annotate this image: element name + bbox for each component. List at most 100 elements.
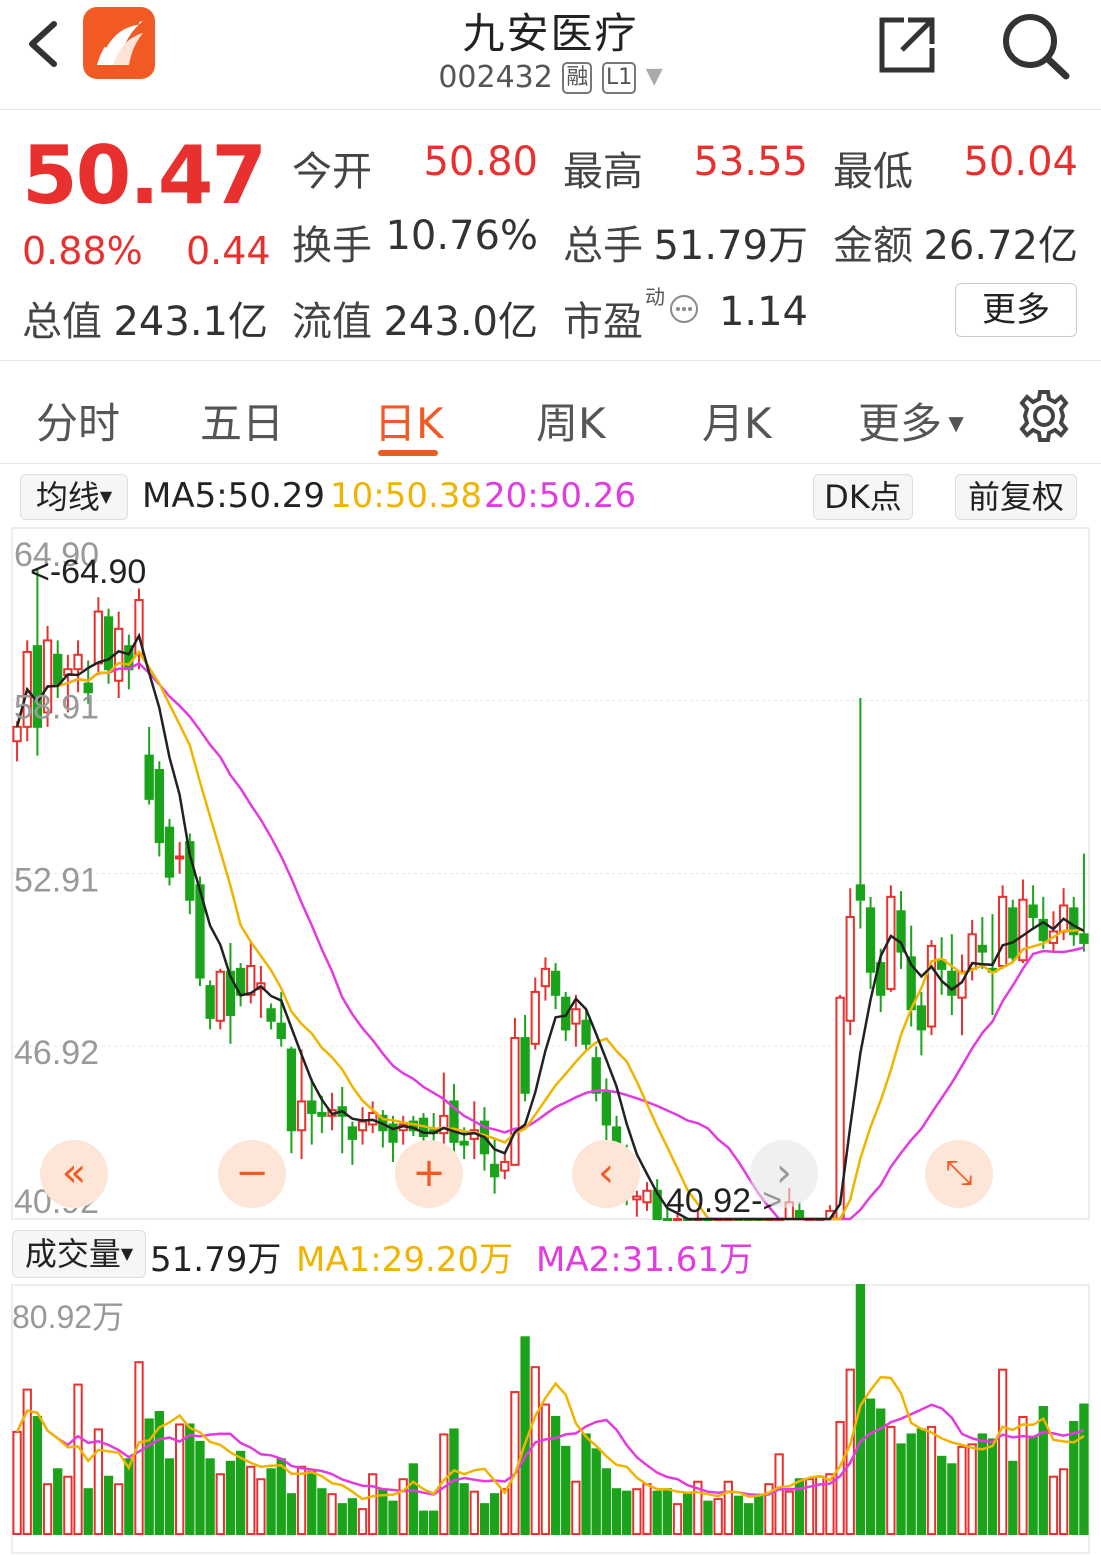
ma-selector[interactable]: 均线▼ (20, 474, 128, 520)
open-label: 今开 (292, 149, 372, 195)
ma-selector-label: 均线 (35, 478, 100, 516)
volume-bar (601, 1468, 612, 1535)
ma-indicator-bar: 均线▼ MA5:50.29 10:50.38 20:50.26 DK点 前复权 (0, 466, 1101, 526)
pe-label: 市盈 (563, 299, 643, 345)
volume-bar (926, 1425, 937, 1535)
candle-body (642, 1189, 652, 1204)
dropdown-triangle-icon: ▼ (942, 411, 964, 435)
volume-bar (307, 1470, 317, 1535)
quote-panel: 50.47 0.88% 0.44 今开 50.80 最高 53.55 最低 50… (0, 111, 1101, 361)
float-label: 流值 (292, 299, 372, 345)
candle-body (997, 895, 1008, 967)
candle-body (591, 1057, 601, 1094)
volume-bar (611, 1488, 622, 1535)
candle-body (307, 1100, 317, 1114)
volume-bar (652, 1490, 662, 1535)
candle-body (357, 1120, 368, 1132)
scroll-left-far-button[interactable]: « (40, 1140, 108, 1208)
ma20-value: 20:50.26 (484, 476, 637, 516)
candle-body (1079, 933, 1089, 944)
volume-bar (723, 1480, 733, 1536)
pe-value: 1.14 (718, 289, 808, 335)
pe-superscript: 动 (645, 285, 665, 309)
stock-code: 002432 (438, 60, 553, 95)
candle-body (916, 1005, 927, 1031)
tab-weekly-k[interactable]: 周K (536, 390, 606, 451)
candle-body (947, 970, 957, 996)
volume-ma1: MA1:29.20万 (296, 1240, 514, 1280)
candle-body (266, 1008, 276, 1022)
header-bar: 九安医疗 002432 融 L1 ▼ (0, 0, 1101, 110)
volume-bar (784, 1490, 794, 1535)
scroll-left-button[interactable]: ‹ (572, 1140, 640, 1208)
candlestick (215, 968, 225, 1030)
candle-body (317, 1111, 327, 1117)
dropdown-triangle-icon[interactable]: ▼ (646, 64, 663, 89)
candlestick (164, 819, 175, 886)
volume-bar (662, 1488, 673, 1535)
settings-gear-icon[interactable] (1016, 388, 1072, 444)
volume-bar (561, 1445, 571, 1536)
ma10-value: 10:50.38 (330, 476, 483, 516)
volume-selector[interactable]: 成交量▼ (12, 1230, 146, 1278)
candle-body (205, 985, 215, 1019)
search-icon[interactable] (998, 8, 1074, 84)
info-dots-icon[interactable] (668, 293, 700, 325)
candlestick (1008, 899, 1018, 964)
turnover-value: 10.76% (385, 213, 538, 259)
volume-indicator-bar: 成交量▼ 51.79万 MA1:29.20万 MA2:31.61万 (0, 1226, 1101, 1282)
price-adjust-button[interactable]: 前复权 (955, 474, 1077, 520)
turnover-label: 换手 (292, 223, 372, 269)
volume-bar (713, 1498, 723, 1535)
high-value: 53.55 (693, 139, 808, 185)
volume-bar (997, 1368, 1008, 1535)
volume-bar (957, 1445, 967, 1536)
candle-body (632, 1195, 642, 1201)
volume-bar (246, 1465, 256, 1536)
dropdown-triangle-icon: ▼ (120, 1244, 134, 1263)
volume-bar (357, 1508, 368, 1536)
candle-body (347, 1126, 358, 1140)
candlestick (154, 761, 164, 857)
scroll-right-button[interactable]: › (750, 1140, 818, 1208)
zoom-out-button[interactable]: − (218, 1140, 286, 1208)
low-value: 50.04 (963, 139, 1078, 185)
volume-bar (1028, 1435, 1038, 1535)
fullscreen-expand-icon[interactable]: ⤡ (925, 1140, 993, 1208)
candle-body (530, 990, 540, 1045)
candle-body (865, 907, 876, 973)
candle-body (1028, 904, 1038, 919)
volume-bar (368, 1473, 378, 1536)
volume-value: 51.79万 (653, 223, 808, 269)
candle-body (53, 653, 63, 685)
volume-bar (205, 1458, 215, 1535)
more-button[interactable]: 更多 (955, 283, 1077, 337)
tab-intraday[interactable]: 分时 (36, 390, 120, 451)
candlestick (926, 940, 937, 1036)
dk-point-button[interactable]: DK点 (813, 474, 913, 520)
candle-body (855, 884, 866, 901)
volume-chart: 80.92万 (11, 1284, 1090, 1554)
volume-bar (83, 1488, 93, 1535)
tab-daily-k[interactable]: 日K (374, 390, 444, 451)
volume-bar (459, 1483, 469, 1535)
kline-chart[interactable]: 64.9058.9152.9146.9240.92 <-64.90 40.92-… (0, 527, 1101, 1221)
price-tick-label: 52.91 (14, 862, 99, 900)
volume-bar (632, 1488, 642, 1535)
zoom-in-button[interactable]: + (395, 1140, 463, 1208)
volume-bar (276, 1458, 286, 1535)
candle-body (977, 944, 987, 953)
volume-max-label: 80.92万 (12, 1299, 124, 1335)
volume-bar (185, 1423, 195, 1535)
volume-bar (337, 1503, 347, 1535)
share-icon[interactable] (874, 12, 940, 78)
volume-bar (469, 1490, 479, 1535)
candle-body (489, 1163, 500, 1178)
tab-monthly-k[interactable]: 月K (702, 390, 772, 451)
volume-bar (540, 1403, 551, 1535)
volume-bar (530, 1366, 540, 1535)
volume-bar (114, 1483, 124, 1535)
volume-ma2: MA2:31.61万 (536, 1240, 754, 1280)
tab-more[interactable]: 更多 ▼ (858, 390, 964, 451)
tab-five-day[interactable]: 五日 (200, 390, 284, 451)
